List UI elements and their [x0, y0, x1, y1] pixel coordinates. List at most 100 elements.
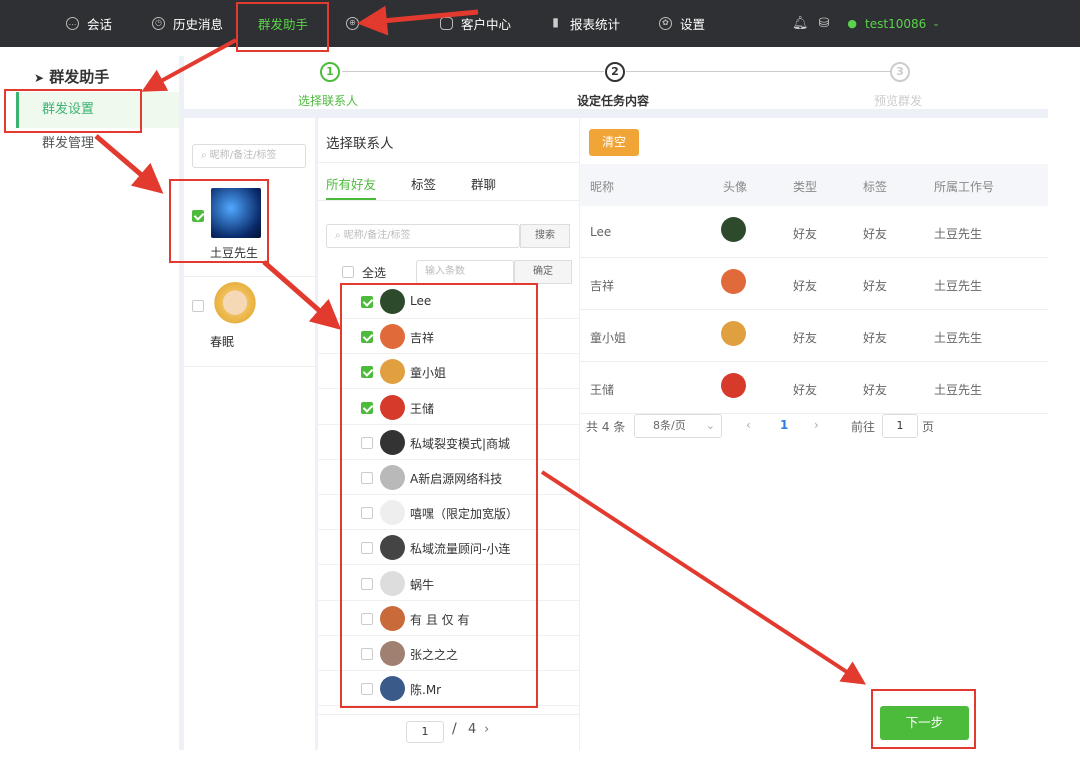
select-all-label: 全选: [362, 266, 387, 280]
tab-active-indicator: [326, 198, 376, 200]
cell-avatar: [721, 217, 746, 242]
chat-icon: …: [66, 17, 79, 30]
annotation-box-next: [871, 689, 976, 749]
annotation-box-account: [169, 179, 269, 263]
step-3-circle: 3: [890, 62, 910, 82]
divider: [318, 714, 579, 715]
cell-avatar: [721, 321, 746, 346]
step-2-circle: 2: [605, 62, 625, 82]
nav-reports[interactable]: ▮ 报表统计: [549, 0, 620, 47]
table-row: 王储 好友 好友 土豆先生: [580, 362, 1048, 414]
contacts-panel-title: 选择联系人: [326, 136, 394, 152]
tab-group-chats[interactable]: 群聊: [471, 174, 496, 193]
cell-tag: 好友: [863, 331, 888, 345]
account-avatar-chunmian: [212, 282, 258, 328]
annotation-box-contacts: [340, 283, 538, 708]
cell-nickname: Lee: [590, 225, 612, 239]
confirm-button[interactable]: 确定: [514, 260, 572, 284]
step-2-label: 设定任务内容: [577, 94, 650, 108]
top-navigation-bar: … 会话 ◷ 历史消息 群发助手 ⊕ 客户中心 ▮ 报表统计 ✿ 设置 🔔︎ ⛁…: [0, 0, 1080, 47]
step-1-label: 选择联系人: [298, 94, 359, 108]
page-number-current[interactable]: 1: [780, 418, 788, 432]
clear-button[interactable]: 清空: [589, 129, 639, 156]
account-checkbox-2[interactable]: [192, 300, 204, 312]
contact-search-input[interactable]: ⌕ 昵称/备注/标签: [326, 224, 520, 248]
step-connector: [342, 71, 604, 72]
total-count: 共 4 条: [586, 420, 626, 434]
col-tag: 标签: [863, 180, 888, 194]
cell-account: 土豆先生: [934, 279, 983, 293]
step-3-label: 预览群发: [874, 94, 923, 108]
nav-settings[interactable]: ✿ 设置: [659, 0, 705, 47]
goto-input[interactable]: 1: [882, 414, 918, 438]
col-account: 所属工作号: [934, 180, 995, 194]
cell-nickname: 童小姐: [590, 331, 627, 345]
col-type: 类型: [793, 180, 818, 194]
clock-icon: ◷: [152, 17, 165, 30]
annotation-box-nav: [236, 2, 329, 52]
chevron-right-icon[interactable]: ›: [484, 722, 489, 737]
tab-tags[interactable]: 标签: [411, 174, 436, 193]
nav-globe[interactable]: ⊕: [346, 0, 367, 47]
chevron-down-icon[interactable]: ⌄: [932, 19, 940, 29]
divider: [318, 200, 579, 201]
cell-avatar: [721, 373, 746, 398]
cell-nickname: 吉祥: [590, 279, 615, 293]
nav-history[interactable]: ◷ 历史消息: [152, 0, 223, 47]
divider: [184, 276, 315, 277]
page-input[interactable]: 1: [406, 721, 444, 743]
table-row: Lee 好友 好友 土豆先生: [580, 206, 1048, 258]
count-input[interactable]: 输入条数: [416, 260, 514, 284]
next-page-icon[interactable]: ›: [814, 418, 819, 432]
cell-account: 土豆先生: [934, 331, 983, 345]
divider: [184, 366, 315, 367]
cell-type: 好友: [793, 279, 818, 293]
search-icon: ⌕: [201, 150, 207, 161]
col-avatar: 头像: [723, 180, 748, 194]
tab-all-friends[interactable]: 所有好友: [326, 174, 376, 193]
bar-chart-icon: ▮: [552, 15, 559, 29]
cell-tag: 好友: [863, 279, 888, 293]
page-total: 4: [468, 722, 477, 737]
table-row: 童小姐 好友 好友 土豆先生: [580, 310, 1048, 362]
bell-icon[interactable]: 🔔︎: [792, 16, 809, 31]
cell-type: 好友: [793, 383, 818, 397]
steps-bar: 1 2 3 选择联系人 设定任务内容 预览群发: [184, 56, 1048, 109]
cell-avatar: [721, 269, 746, 294]
col-nickname: 昵称: [590, 180, 615, 194]
search-button[interactable]: 搜索: [520, 224, 570, 248]
cell-tag: 好友: [863, 383, 888, 397]
cell-nickname: 王储: [590, 383, 615, 397]
account-name-2[interactable]: 春眠: [210, 333, 234, 350]
cell-account: 土豆先生: [934, 227, 983, 241]
prev-page-icon[interactable]: ‹: [746, 418, 751, 432]
select-all-checkbox[interactable]: [342, 266, 354, 278]
user-status-icon: ●: [847, 17, 858, 30]
table-row: 吉祥 好友 好友 土豆先生: [580, 258, 1048, 310]
cell-type: 好友: [793, 331, 818, 345]
account-search-input[interactable]: ⌕ 昵称/备注/标签: [192, 144, 306, 168]
chevron-down-icon: ⌄: [705, 419, 715, 432]
user-icon: [440, 17, 453, 30]
database-icon[interactable]: ⛁: [819, 16, 830, 31]
cell-tag: 好友: [863, 227, 888, 241]
cell-account: 土豆先生: [934, 383, 983, 397]
gear-icon: ✿: [659, 17, 672, 30]
step-1-circle: 1: [320, 62, 340, 82]
send-icon: ➤: [34, 71, 45, 85]
username[interactable]: test10086: [865, 17, 926, 31]
nav-customer-center[interactable]: 客户中心: [440, 0, 511, 47]
page-unit: 页: [922, 420, 935, 434]
divider: [318, 162, 579, 163]
step-connector: [626, 71, 890, 72]
table-header: 昵称 头像 类型 标签 所属工作号: [580, 164, 1048, 206]
annotation-box-sidebar: [4, 89, 142, 133]
page-separator: /: [452, 721, 457, 737]
nav-chat[interactable]: … 会话: [66, 0, 112, 47]
page-size-select[interactable]: 8条/页 ⌄: [634, 414, 722, 438]
search-icon: ⌕: [335, 230, 341, 241]
goto-label: 前往: [851, 420, 876, 434]
sidebar: ➤ 群发助手 群发设置 群发管理: [16, 56, 179, 750]
cell-type: 好友: [793, 227, 818, 241]
globe-icon: ⊕: [346, 17, 359, 30]
